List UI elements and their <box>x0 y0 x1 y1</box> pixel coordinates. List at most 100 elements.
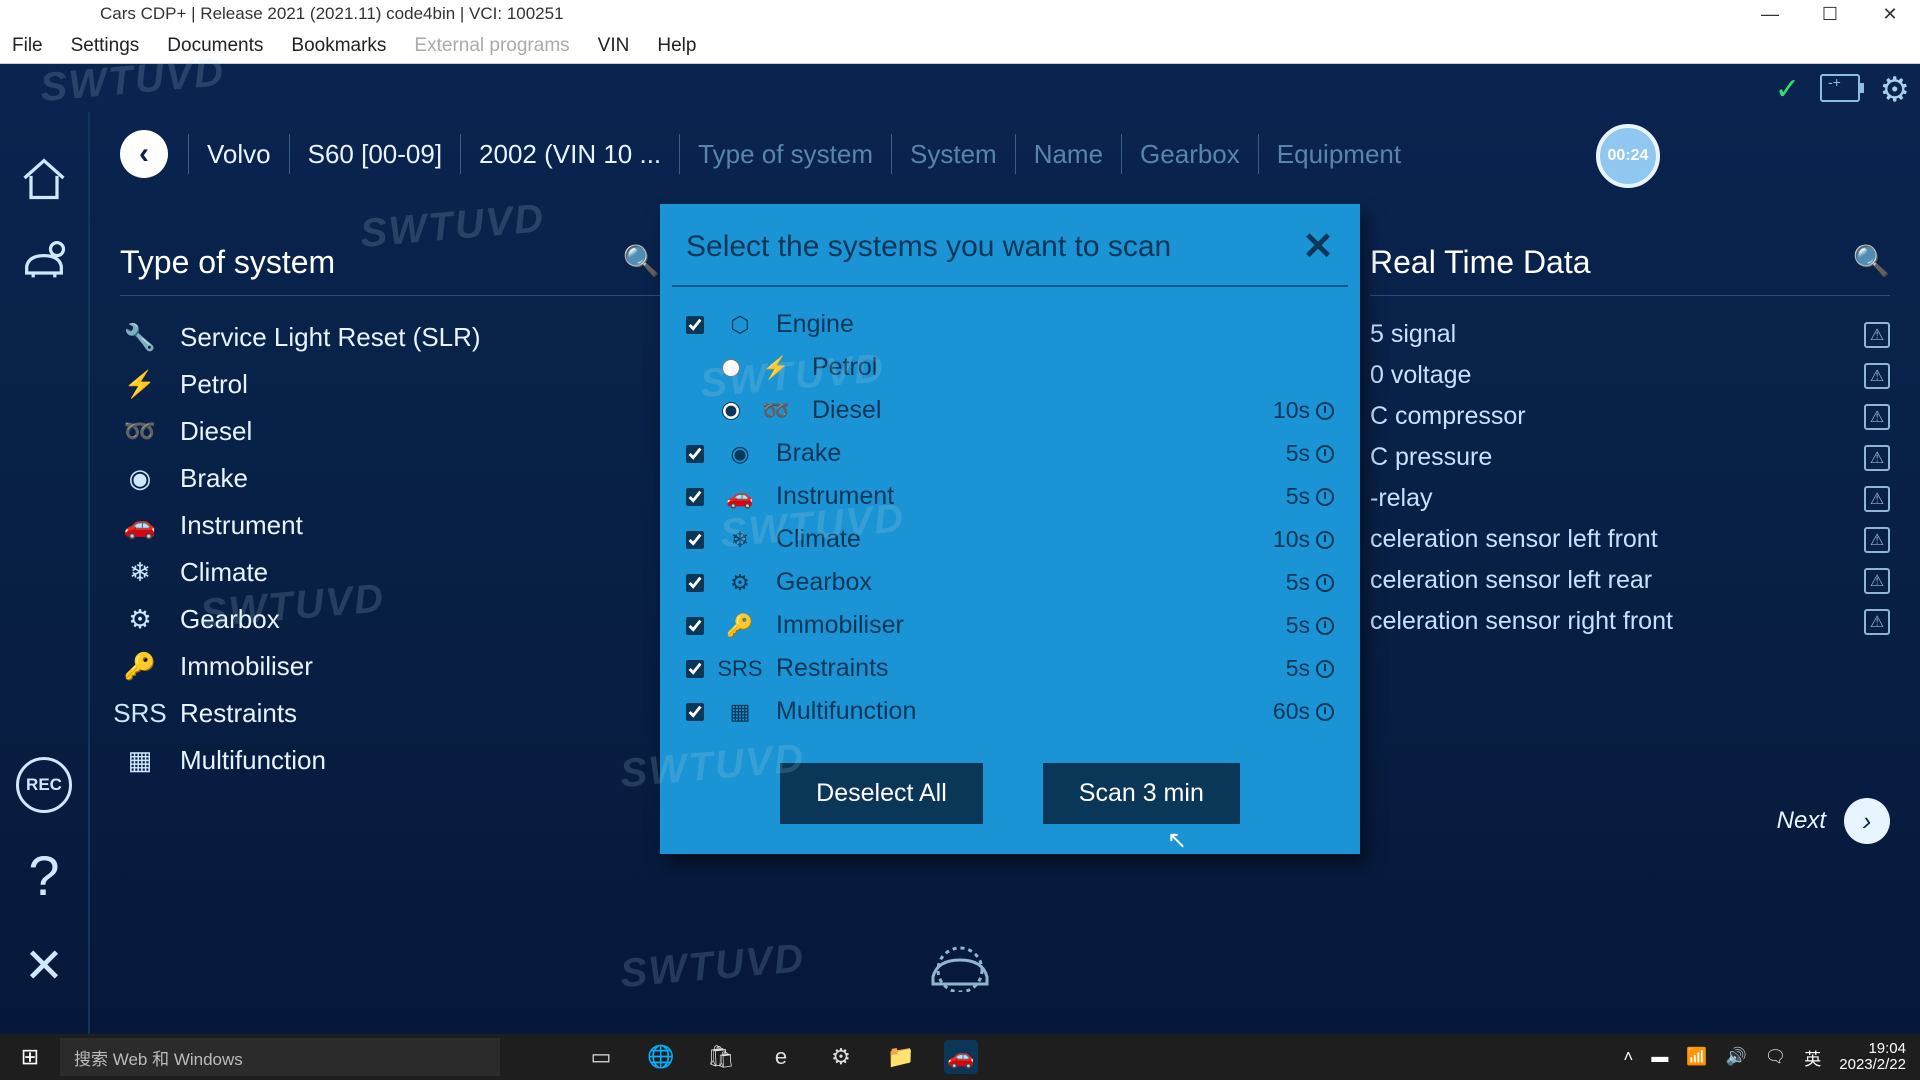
edge-icon[interactable]: 🌐 <box>644 1040 678 1074</box>
crumb-volvo[interactable]: Volvo <box>188 134 289 174</box>
close-icon[interactable]: ✕ <box>24 938 64 994</box>
next-button[interactable]: › <box>1844 798 1890 844</box>
breadcrumb: ‹ Volvo S60 [00-09] 2002 (VIN 10 ... Typ… <box>120 130 1419 178</box>
crumb-system[interactable]: System <box>891 134 1015 174</box>
scan-checkbox[interactable] <box>686 703 704 721</box>
realtime-item[interactable]: C compressor⚠ <box>1370 396 1890 437</box>
minimize-button[interactable]: — <box>1740 0 1800 28</box>
system-label: Instrument <box>180 510 303 541</box>
system-icon: ➿ <box>120 419 160 445</box>
deselect-all-button[interactable]: Deselect All <box>780 763 983 824</box>
scan-checkbox[interactable] <box>686 574 704 592</box>
scan-checkbox[interactable] <box>686 617 704 635</box>
crumb-model[interactable]: S60 [00-09] <box>289 134 460 174</box>
crumb-name[interactable]: Name <box>1015 134 1121 174</box>
back-button[interactable]: ‹ <box>120 130 168 178</box>
clock[interactable]: 19:04 2023/2/22 <box>1839 1041 1906 1073</box>
menu-help[interactable]: Help <box>657 35 696 57</box>
system-item[interactable]: 🚗Instrument <box>120 502 660 549</box>
scan-checkbox[interactable] <box>686 660 704 678</box>
realtime-item[interactable]: celeration sensor right front⚠ <box>1370 601 1890 642</box>
tray-chevron-icon[interactable]: ˄ <box>1623 1047 1633 1067</box>
search-icon[interactable]: 🔍 <box>623 244 660 279</box>
maximize-button[interactable]: ☐ <box>1800 0 1860 28</box>
realtime-item[interactable]: celeration sensor left rear⚠ <box>1370 560 1890 601</box>
menu-bar: File Settings Documents Bookmarks Extern… <box>0 28 1920 64</box>
scan-checkbox[interactable] <box>686 488 704 506</box>
store-icon[interactable]: 🛍 <box>704 1040 738 1074</box>
warning-icon: ⚠ <box>1864 568 1890 594</box>
stopwatch-icon <box>1316 531 1334 549</box>
scan-row-icon: ➿ <box>756 398 796 424</box>
warning-icon: ⚠ <box>1864 363 1890 389</box>
help-icon[interactable]: ? <box>28 843 59 908</box>
volume-icon[interactable]: 🔊 <box>1726 1047 1747 1067</box>
scan-radio[interactable] <box>722 359 740 377</box>
scan-checkbox[interactable] <box>686 531 704 549</box>
realtime-item[interactable]: 0 voltage⚠ <box>1370 355 1890 396</box>
search-icon[interactable]: 🔍 <box>1853 244 1890 279</box>
car-diagnose-icon[interactable] <box>18 234 70 286</box>
realtime-label: -relay <box>1370 484 1433 513</box>
scan-button[interactable]: Scan 3 min <box>1043 763 1240 824</box>
crumb-year[interactable]: 2002 (VIN 10 ... <box>460 134 679 174</box>
ime-indicator[interactable]: 英 <box>1804 1045 1821 1070</box>
home-icon[interactable] <box>18 152 70 204</box>
system-label: Restraints <box>180 698 297 729</box>
settings-gear-icon[interactable]: ⚙ <box>1880 70 1910 110</box>
scan-row-label: Restraints <box>776 654 889 683</box>
scan-row-icon: ▦ <box>720 699 760 725</box>
crumb-gearbox[interactable]: Gearbox <box>1121 134 1258 174</box>
wifi-icon[interactable]: 📶 <box>1686 1047 1707 1067</box>
system-item[interactable]: SRSRestraints <box>120 690 660 737</box>
ie-icon[interactable]: e <box>764 1040 798 1074</box>
crumb-equipment[interactable]: Equipment <box>1258 134 1419 174</box>
system-item[interactable]: ❄Climate <box>120 549 660 596</box>
realtime-item[interactable]: celeration sensor left front⚠ <box>1370 519 1890 560</box>
realtime-item[interactable]: -relay⚠ <box>1370 478 1890 519</box>
menu-bookmarks[interactable]: Bookmarks <box>291 35 386 57</box>
modal-close-button[interactable]: ✕ <box>1302 224 1334 269</box>
scan-row-label: Diesel <box>812 396 881 425</box>
system-item[interactable]: 🔧Service Light Reset (SLR) <box>120 314 660 361</box>
scan-time: 5s <box>1286 483 1334 510</box>
menu-file[interactable]: File <box>12 35 43 57</box>
close-window-button[interactable]: ✕ <box>1860 0 1920 28</box>
stopwatch-icon <box>1316 488 1334 506</box>
task-view-icon[interactable]: ▭ <box>584 1040 618 1074</box>
system-item[interactable]: ◉Brake <box>120 455 660 502</box>
scan-radio[interactable] <box>722 402 740 420</box>
system-item[interactable]: ⚡Petrol <box>120 361 660 408</box>
cdp-app-icon[interactable]: 🚗 <box>944 1040 978 1074</box>
notes-icon[interactable]: 🗨 <box>1765 1047 1787 1067</box>
taskbar-search[interactable]: 搜索 Web 和 Windows <box>60 1038 500 1076</box>
system-label: Diesel <box>180 416 252 447</box>
battery-tray-icon[interactable]: ▬ <box>1651 1047 1668 1067</box>
panel-title: Real Time Data <box>1370 244 1890 296</box>
explorer-icon[interactable]: 📁 <box>884 1040 918 1074</box>
system-item[interactable]: ⚙Gearbox <box>120 596 660 643</box>
crumb-type[interactable]: Type of system <box>679 134 891 174</box>
menu-vin[interactable]: VIN <box>598 35 630 57</box>
scan-checkbox[interactable] <box>686 316 704 334</box>
system-icon: ▦ <box>120 748 160 774</box>
system-item[interactable]: ➿ Diesel <box>120 408 660 455</box>
system-item[interactable]: 🔑Immobiliser <box>120 643 660 690</box>
scan-row-icon: 🔑 <box>720 613 760 639</box>
scan-checkbox[interactable] <box>686 445 704 463</box>
settings-app-icon[interactable]: ⚙ <box>824 1040 858 1074</box>
realtime-item[interactable]: 5 signal⚠ <box>1370 314 1890 355</box>
menu-settings[interactable]: Settings <box>71 35 140 57</box>
scan-time: 5s <box>1286 440 1334 467</box>
menu-external-programs[interactable]: External programs <box>414 35 569 57</box>
start-button[interactable]: ⊞ <box>0 1034 60 1080</box>
system-label: Service Light Reset (SLR) <box>180 322 481 353</box>
system-item[interactable]: ▦Multifunction <box>120 737 660 784</box>
menu-documents[interactable]: Documents <box>167 35 263 57</box>
scan-time: 5s <box>1286 612 1334 639</box>
record-button[interactable]: REC <box>16 757 72 813</box>
title-bar: Cars CDP+ | Release 2021 (2021.11) code4… <box>0 0 1920 28</box>
scan-row: ⬡Engine <box>686 303 1334 346</box>
scan-row: ▦Multifunction60s <box>686 690 1334 733</box>
realtime-item[interactable]: C pressure⚠ <box>1370 437 1890 478</box>
